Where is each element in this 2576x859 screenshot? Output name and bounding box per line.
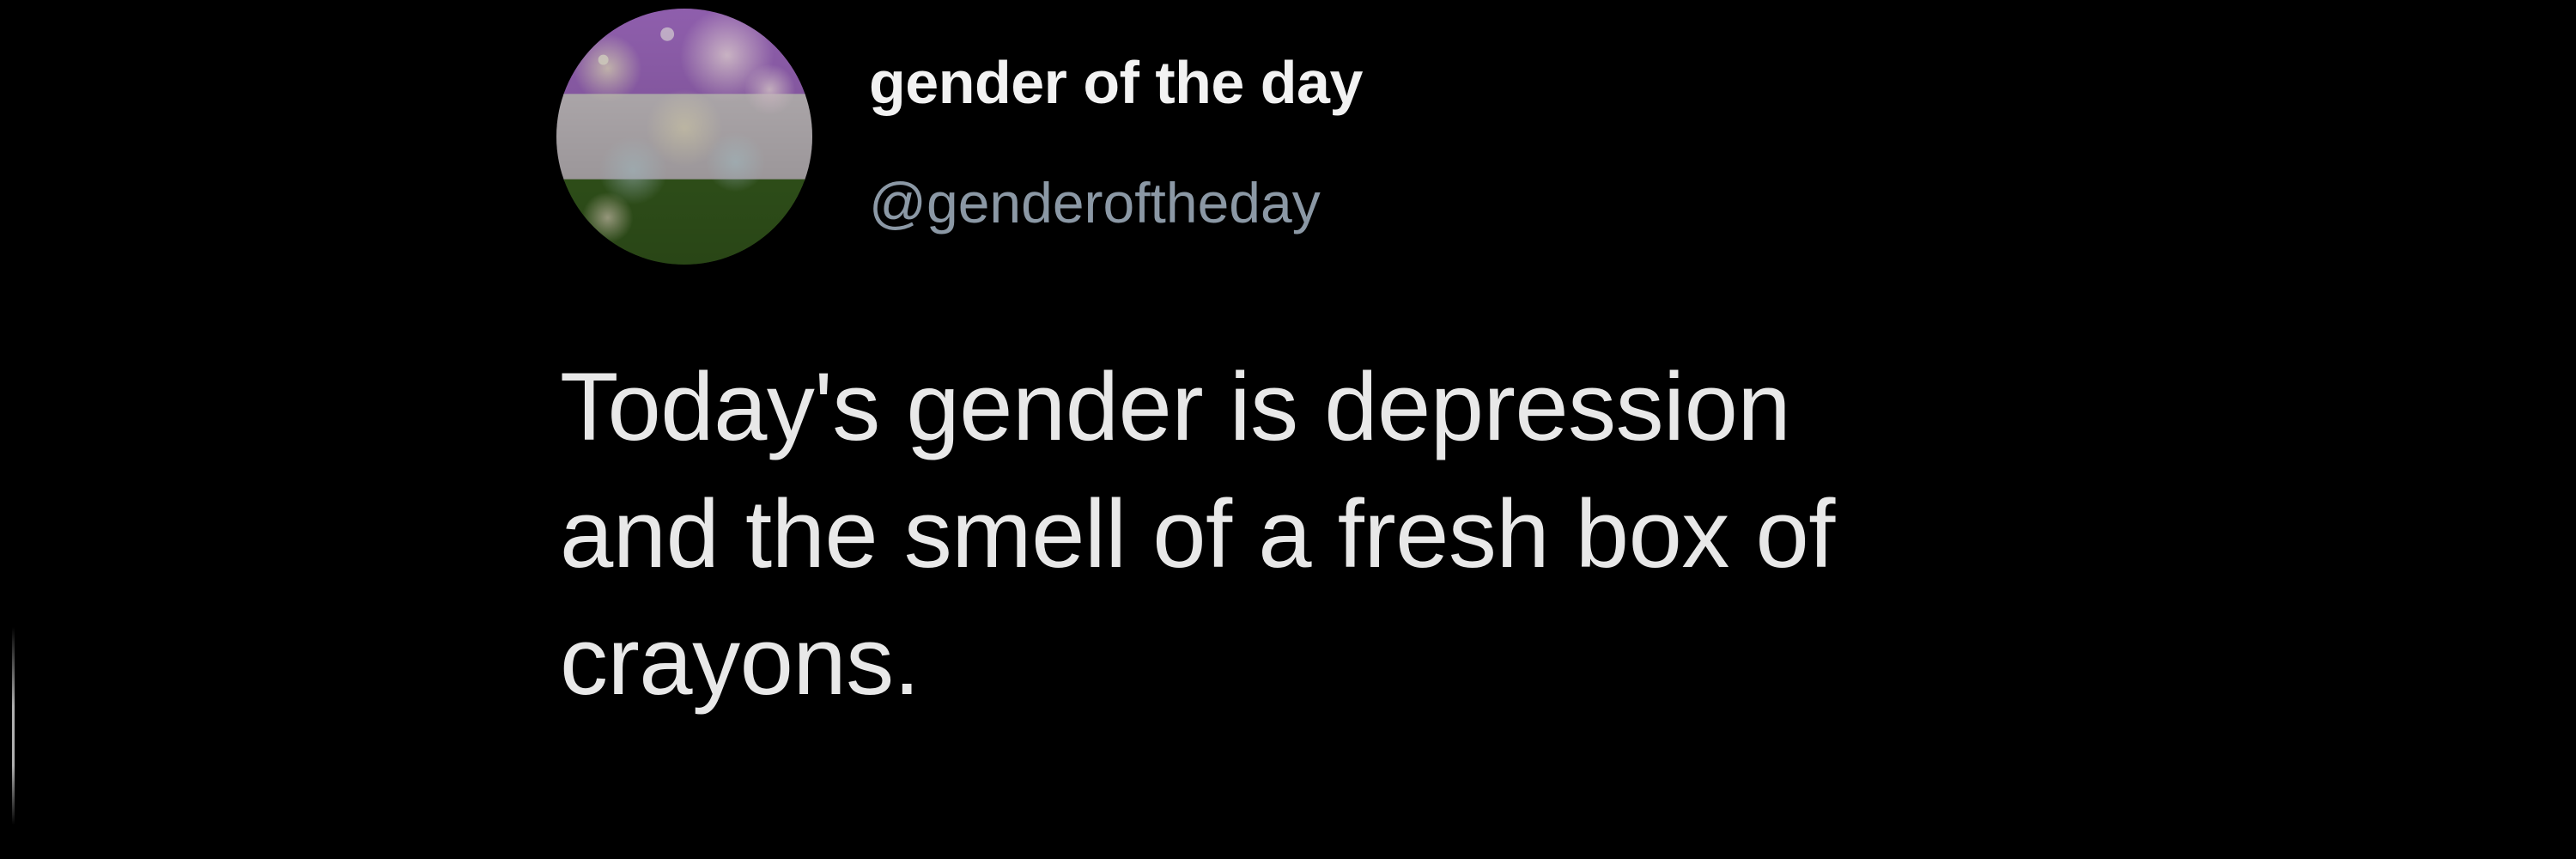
genderqueer-flag-avatar-icon	[556, 9, 812, 265]
author-handle[interactable]: @genderoftheday	[869, 170, 1321, 235]
tweet-text-line: Today's gender is depression	[560, 353, 1791, 460]
profile-avatar[interactable]	[556, 9, 812, 265]
tweet-body: Today's gender is depression and the sme…	[560, 344, 2277, 725]
edge-artifact-line	[12, 627, 15, 825]
tweet-text-line: crayons.	[560, 607, 920, 715]
tweet-screenshot: gender of the day @genderoftheday Today'…	[0, 0, 2576, 859]
author-display-name[interactable]: gender of the day	[869, 48, 1363, 117]
tweet-text-line: and the smell of a fresh box of	[560, 480, 1835, 588]
